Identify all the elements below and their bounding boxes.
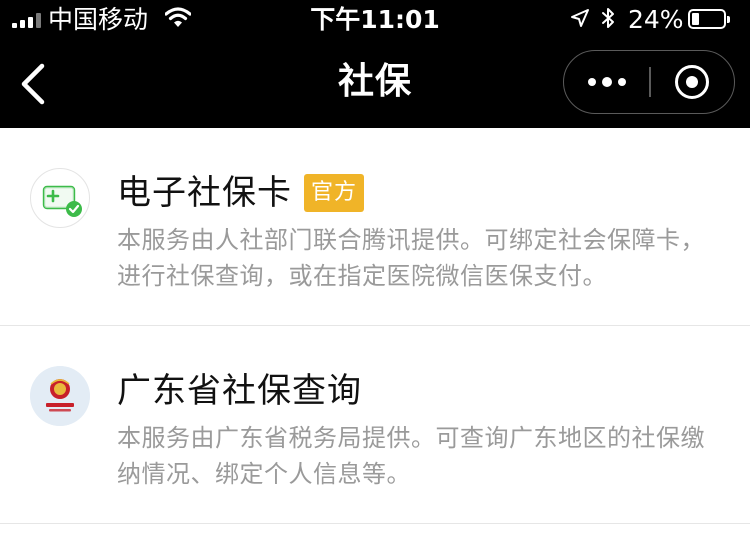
- service-item-guangdong-social-security-query[interactable]: 广东省社保查询 本服务由广东省税务局提供。可查询广东地区的社保缴纳情况、绑定个人…: [0, 326, 750, 524]
- bluetooth-icon: [602, 8, 614, 28]
- service-title: 电子社保卡: [117, 173, 292, 213]
- service-item-e-social-security-card[interactable]: 电子社保卡 官方 本服务由人社部门联合腾讯提供。可绑定社会保障卡，进行社保查询，…: [0, 128, 750, 326]
- header: 中国移动 下午11:01 24% 社保: [0, 0, 750, 128]
- service-description: 本服务由人社部门联合腾讯提供。可绑定社会保障卡，进行社保查询，或在指定医院微信医…: [117, 226, 705, 290]
- social-security-card-icon: [30, 168, 90, 228]
- service-title: 广东省社保查询: [117, 371, 362, 411]
- more-dots-icon[interactable]: [564, 51, 650, 112]
- service-title-row: 广东省社保查询: [117, 367, 362, 415]
- target-circle-icon: [675, 64, 709, 99]
- mini-program-capsule: [563, 50, 735, 114]
- nav-bar: 社保: [0, 40, 750, 128]
- battery-fill: [692, 13, 699, 25]
- official-badge: 官方: [304, 174, 365, 212]
- status-bar: 中国移动 下午11:01 24%: [0, 0, 750, 40]
- service-list: 电子社保卡 官方 本服务由人社部门联合腾讯提供。可绑定社会保障卡，进行社保查询，…: [0, 128, 750, 524]
- location-icon: [571, 9, 589, 27]
- service-description: 本服务由广东省税务局提供。可查询广东地区的社保缴纳情况、绑定个人信息等。: [117, 424, 705, 488]
- battery-icon: [688, 9, 730, 29]
- chevron-left-icon[interactable]: [16, 62, 52, 106]
- divider: [0, 523, 750, 524]
- service-title-row: 电子社保卡 官方: [117, 169, 365, 217]
- battery-percent: 24%: [628, 5, 684, 34]
- close-mini-program-button[interactable]: [650, 51, 734, 112]
- tax-bureau-emblem-icon: [30, 366, 90, 426]
